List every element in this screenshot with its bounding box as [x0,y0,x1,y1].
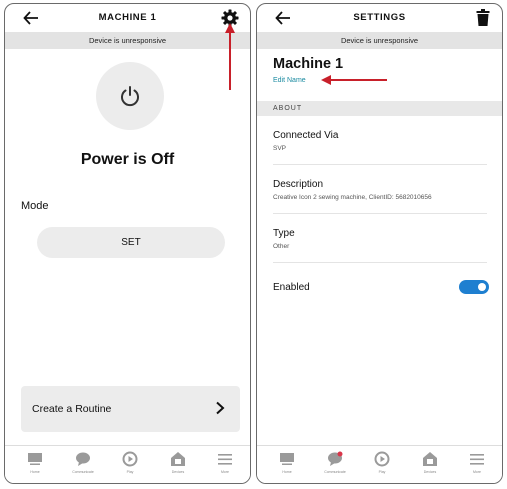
arrow-to-edit-name-icon [321,75,387,85]
arrow-to-gear-icon [225,23,235,90]
annotation-overlay [225,23,387,90]
